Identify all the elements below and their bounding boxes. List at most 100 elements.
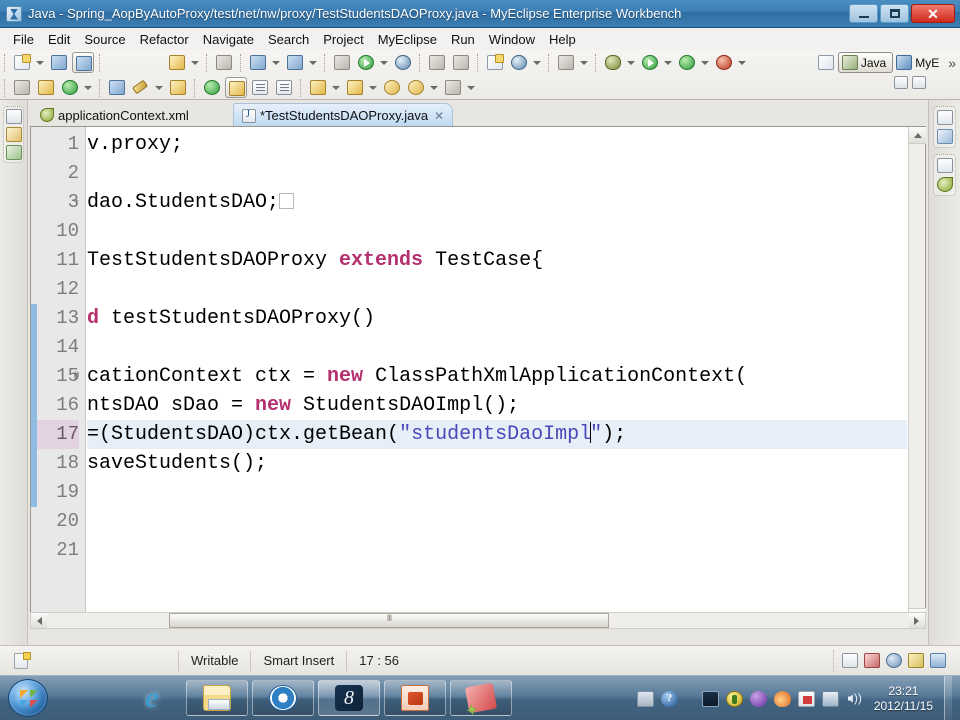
menu-edit[interactable]: Edit [41, 30, 77, 49]
menu-run[interactable]: Run [444, 30, 482, 49]
open-perspective-button[interactable] [815, 52, 837, 73]
editor-vertical-scrollbar[interactable] [908, 127, 926, 625]
new-grid-button[interactable] [35, 77, 57, 98]
forward-dropdown[interactable] [428, 77, 439, 98]
code-line[interactable] [87, 507, 907, 536]
new-db-button[interactable] [247, 52, 269, 73]
perspective-overflow-icon[interactable]: » [948, 55, 956, 71]
annotation-button[interactable] [201, 77, 223, 98]
last-edit-button[interactable] [442, 77, 464, 98]
perspective-myeclipse[interactable]: MyE [893, 52, 945, 73]
fold-marker-icon[interactable]: @ [71, 371, 82, 382]
snapshot-button[interactable] [555, 52, 577, 73]
menu-help[interactable]: Help [542, 30, 583, 49]
code-line[interactable]: =(StudentsDAO)ctx.getBean("studentsDaoIm… [87, 420, 907, 449]
taskbar-item-eight[interactable]: 8 [318, 680, 380, 716]
menu-window[interactable]: Window [482, 30, 542, 49]
db-browser-button[interactable] [284, 52, 306, 73]
quicklaunch-internet-explorer[interactable]: e [132, 681, 172, 715]
editor-gutter[interactable]: 1 2 3 +10 11 12 13-14 15 @16 17 18 19 20 21 [31, 127, 86, 625]
save-all-button[interactable] [72, 52, 94, 73]
help-icon[interactable]: ? [660, 690, 678, 707]
debug-dropdown[interactable] [625, 52, 636, 73]
snapshot-dropdown[interactable] [578, 52, 589, 73]
hierarchy-icon[interactable] [5, 145, 22, 160]
action-center-flag-icon[interactable] [797, 690, 815, 707]
taskbar-item-folder[interactable] [186, 680, 248, 716]
db-browser-dropdown[interactable] [307, 52, 318, 73]
code-line[interactable] [87, 333, 907, 362]
deploy-button[interactable] [166, 52, 188, 73]
show-desktop-button[interactable] [944, 676, 952, 720]
menu-search[interactable]: Search [261, 30, 316, 49]
show-hidden-icon[interactable] [685, 691, 695, 707]
forward-button[interactable] [405, 77, 427, 98]
editor-horizontal-scrollbar[interactable] [30, 612, 926, 629]
globe2-dropdown[interactable] [531, 52, 542, 73]
code-editor[interactable]: 1 2 3 +10 11 12 13-14 15 @16 17 18 19 20 21 v.proxy; d… [30, 126, 926, 626]
fold-marker-icon[interactable]: - [71, 313, 82, 324]
tab-applicationcontext-xml[interactable]: applicationContext.xml [32, 103, 197, 127]
scroll-right-button[interactable] [909, 613, 925, 628]
new-db-dropdown[interactable] [270, 52, 281, 73]
search-dropdown[interactable] [153, 77, 164, 98]
run-dropdown[interactable] [662, 52, 673, 73]
search-button[interactable] [130, 77, 152, 98]
code-line[interactable]: saveStudents(); [87, 449, 907, 478]
scroll-left-button[interactable] [31, 613, 47, 628]
taskbar-item-sogou[interactable] [252, 680, 314, 716]
volume-icon[interactable] [846, 691, 863, 707]
server-button[interactable] [213, 52, 235, 73]
coverage-button[interactable] [713, 52, 735, 73]
monitor-icon[interactable] [701, 690, 719, 707]
fire-icon[interactable] [773, 690, 791, 707]
run-server-button[interactable] [355, 52, 377, 73]
globe2-button[interactable] [508, 52, 530, 73]
validate-button[interactable] [450, 52, 472, 73]
network-icon[interactable] [821, 690, 839, 707]
package-explorer-icon[interactable] [5, 127, 22, 142]
new-xml-button[interactable] [484, 52, 506, 73]
external-tools-dropdown[interactable] [699, 52, 710, 73]
refresh-button[interactable] [59, 77, 81, 98]
code-line[interactable] [87, 478, 907, 507]
code-line[interactable]: dao.StudentsDAO; [87, 188, 907, 217]
code-line[interactable]: TestStudentsDAOProxy extends TestCase{ [87, 246, 907, 275]
user-icon[interactable] [864, 653, 880, 668]
new-wizard-dropdown[interactable] [34, 52, 45, 73]
debug-button[interactable] [602, 52, 624, 73]
code-line[interactable] [87, 275, 907, 304]
code-line[interactable] [87, 159, 907, 188]
code-text-area[interactable]: v.proxy; dao.StudentsDAO; TestStudentsDAOP… [87, 127, 907, 625]
last-edit-dropdown[interactable] [465, 77, 476, 98]
taskbar-clock[interactable]: 23:21 2012/11/15 [874, 684, 933, 714]
start-button[interactable] [8, 679, 48, 717]
menu-myeclipse[interactable]: MyEclipse [371, 30, 444, 49]
monitor-icon[interactable] [930, 653, 946, 668]
maximize-button[interactable] [880, 4, 909, 23]
taskbar-item-recorder[interactable] [450, 680, 512, 716]
menu-file[interactable]: File [6, 30, 41, 49]
horizontal-scroll-thumb[interactable] [169, 613, 609, 628]
run-server-dropdown[interactable] [378, 52, 389, 73]
lifebuoy-icon[interactable] [908, 653, 924, 668]
colorful-icon[interactable] [749, 690, 767, 707]
open-task-button[interactable] [167, 77, 189, 98]
next-annotation-button[interactable] [307, 77, 329, 98]
code-line[interactable]: v.proxy; [87, 130, 907, 159]
deploy-dropdown[interactable] [189, 52, 200, 73]
taskbar-item-powerpoint[interactable] [384, 680, 446, 716]
prev-annotation-dropdown[interactable] [367, 77, 378, 98]
external-tools-button[interactable] [676, 52, 698, 73]
web-browser-button[interactable] [392, 52, 414, 73]
code-line[interactable]: cationContext ctx = new ClassPathXmlAppl… [87, 362, 907, 391]
keyboard-icon[interactable] [636, 690, 654, 707]
menu-refactor[interactable]: Refactor [133, 30, 196, 49]
menu-navigate[interactable]: Navigate [196, 30, 261, 49]
xml-outline-icon[interactable] [936, 177, 953, 192]
scroll-up-button[interactable] [909, 127, 926, 144]
show-whitespace-button[interactable] [249, 77, 271, 98]
hibernate-button[interactable] [331, 52, 353, 73]
menu-project[interactable]: Project [316, 30, 370, 49]
pilcrow-button[interactable] [273, 77, 295, 98]
